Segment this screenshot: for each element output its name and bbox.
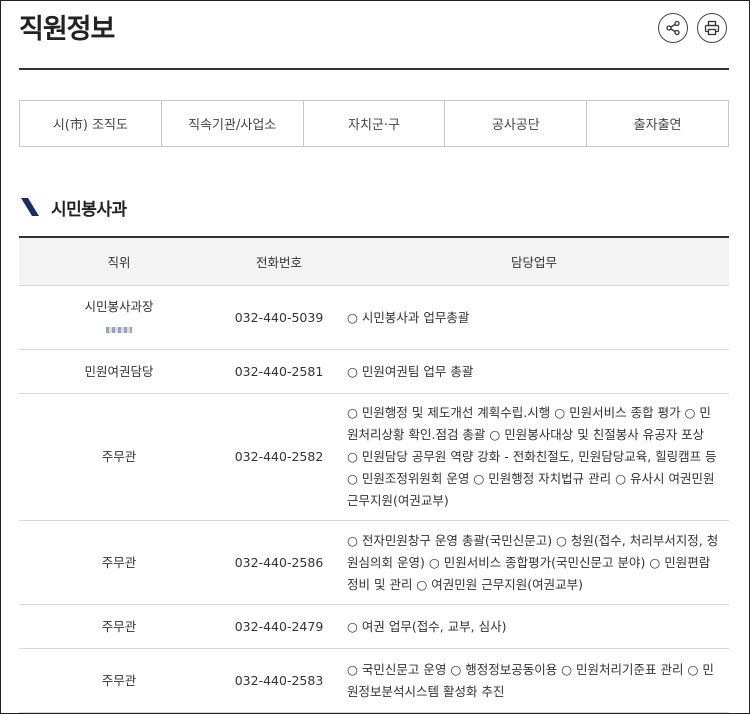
table-row: 주무관 032-440-2582 ○ 민원행정 및 제도개선 계획수립.시행 ○ 민…: [19, 393, 729, 521]
print-button[interactable]: [697, 13, 727, 43]
position-cell: 주무관: [19, 604, 219, 649]
header-phone: 전화번호: [219, 237, 339, 286]
table-row: 주무관 032-440-2586 ○ 전자민원창구 운영 총괄(국민신문고) ○ 청…: [19, 520, 729, 605]
phone-cell: 032-440-2586: [219, 520, 339, 605]
print-icon: [704, 20, 720, 36]
table-row: 민원여권담당 032-440-2581 ○ 민원여권팀 업무 총괄: [19, 349, 729, 394]
share-button[interactable]: [658, 13, 688, 43]
tab-city-org[interactable]: 시(市) 조직도: [20, 101, 162, 146]
duty-cell: ○ 여권 업무(접수, 교부, 심사): [339, 604, 729, 649]
phone-cell: 032-440-2582: [219, 393, 339, 521]
position-cell: 주무관: [19, 520, 219, 605]
header-duty: 담당업무: [339, 237, 729, 286]
position-text: 주무관: [101, 554, 137, 570]
page-title: 직원정보: [19, 14, 115, 45]
header-position: 직위: [19, 237, 219, 286]
table-row: 주무관 032-440-2479 ○ 여권 업무(접수, 교부, 심사): [19, 604, 729, 649]
org-tabs: 시(市) 조직도 직속기관/사업소 자치군·구 공사공단 출자출연: [19, 100, 729, 147]
tab-invested-org[interactable]: 출자출연: [587, 101, 728, 146]
share-icon: [666, 20, 680, 36]
duty-cell: ○ 민원행정 및 제도개선 계획수립.시행 ○ 민원서비스 종합 평가 ○ 민원…: [339, 393, 729, 521]
duty-cell: ○ 민원여권팀 업무 총괄: [339, 349, 729, 394]
position-text: 주무관: [101, 449, 137, 464]
phone-cell: 032-440-2583: [219, 648, 339, 713]
tab-public-corp[interactable]: 공사공단: [445, 101, 588, 146]
page-header: 직원정보: [19, 1, 729, 70]
phone-cell: 032-440-5039: [219, 285, 339, 350]
staff-table: 직위 전화번호 담당업무 시민봉사과장 032-440-5039 ○ 시민봉사과 업…: [19, 236, 729, 713]
position-text: 시민봉사과장: [84, 298, 154, 314]
table-row: 주무관 032-440-2583 ○ 국민신문고 운영 ○ 행정정보공동이용 ○ 민…: [19, 648, 729, 713]
duty-cell: ○ 시민봉사과 업무총괄: [339, 285, 729, 350]
table-header-row: 직위 전화번호 담당업무: [19, 237, 729, 286]
redacted-name: [106, 326, 132, 333]
position-text: 주무관: [101, 618, 137, 634]
table-row: 시민봉사과장 032-440-5039 ○ 시민봉사과 업무총괄: [19, 285, 729, 350]
duty-cell: ○ 국민신문고 운영 ○ 행정정보공동이용 ○ 민원처리기준표 관리 ○ 민원정…: [339, 648, 729, 713]
position-text: 주무관: [101, 672, 137, 688]
position-cell: 시민봉사과장: [19, 285, 219, 350]
position-cell: 주무관: [19, 393, 219, 521]
position-cell: 주무관: [19, 648, 219, 713]
section-mark-icon: [21, 198, 39, 216]
section-heading: 시민봉사과: [19, 195, 127, 220]
phone-cell: 032-440-2581: [219, 349, 339, 394]
tab-district[interactable]: 자치군·구: [304, 101, 446, 146]
staff-table-wrap: 직위 전화번호 담당업무 시민봉사과장 032-440-5039 ○ 시민봉사과 업…: [19, 236, 729, 713]
phone-cell: 032-440-2479: [219, 604, 339, 649]
duty-cell: ○ 전자민원창구 운영 총괄(국민신문고) ○ 청원(접수, 처리부서지정, 청…: [339, 520, 729, 605]
position-cell: 민원여권담당: [19, 349, 219, 394]
position-text: 민원여권담당: [84, 363, 154, 379]
tab-direct-agency[interactable]: 직속기관/사업소: [162, 101, 304, 146]
section-title: 시민봉사과: [51, 199, 127, 220]
